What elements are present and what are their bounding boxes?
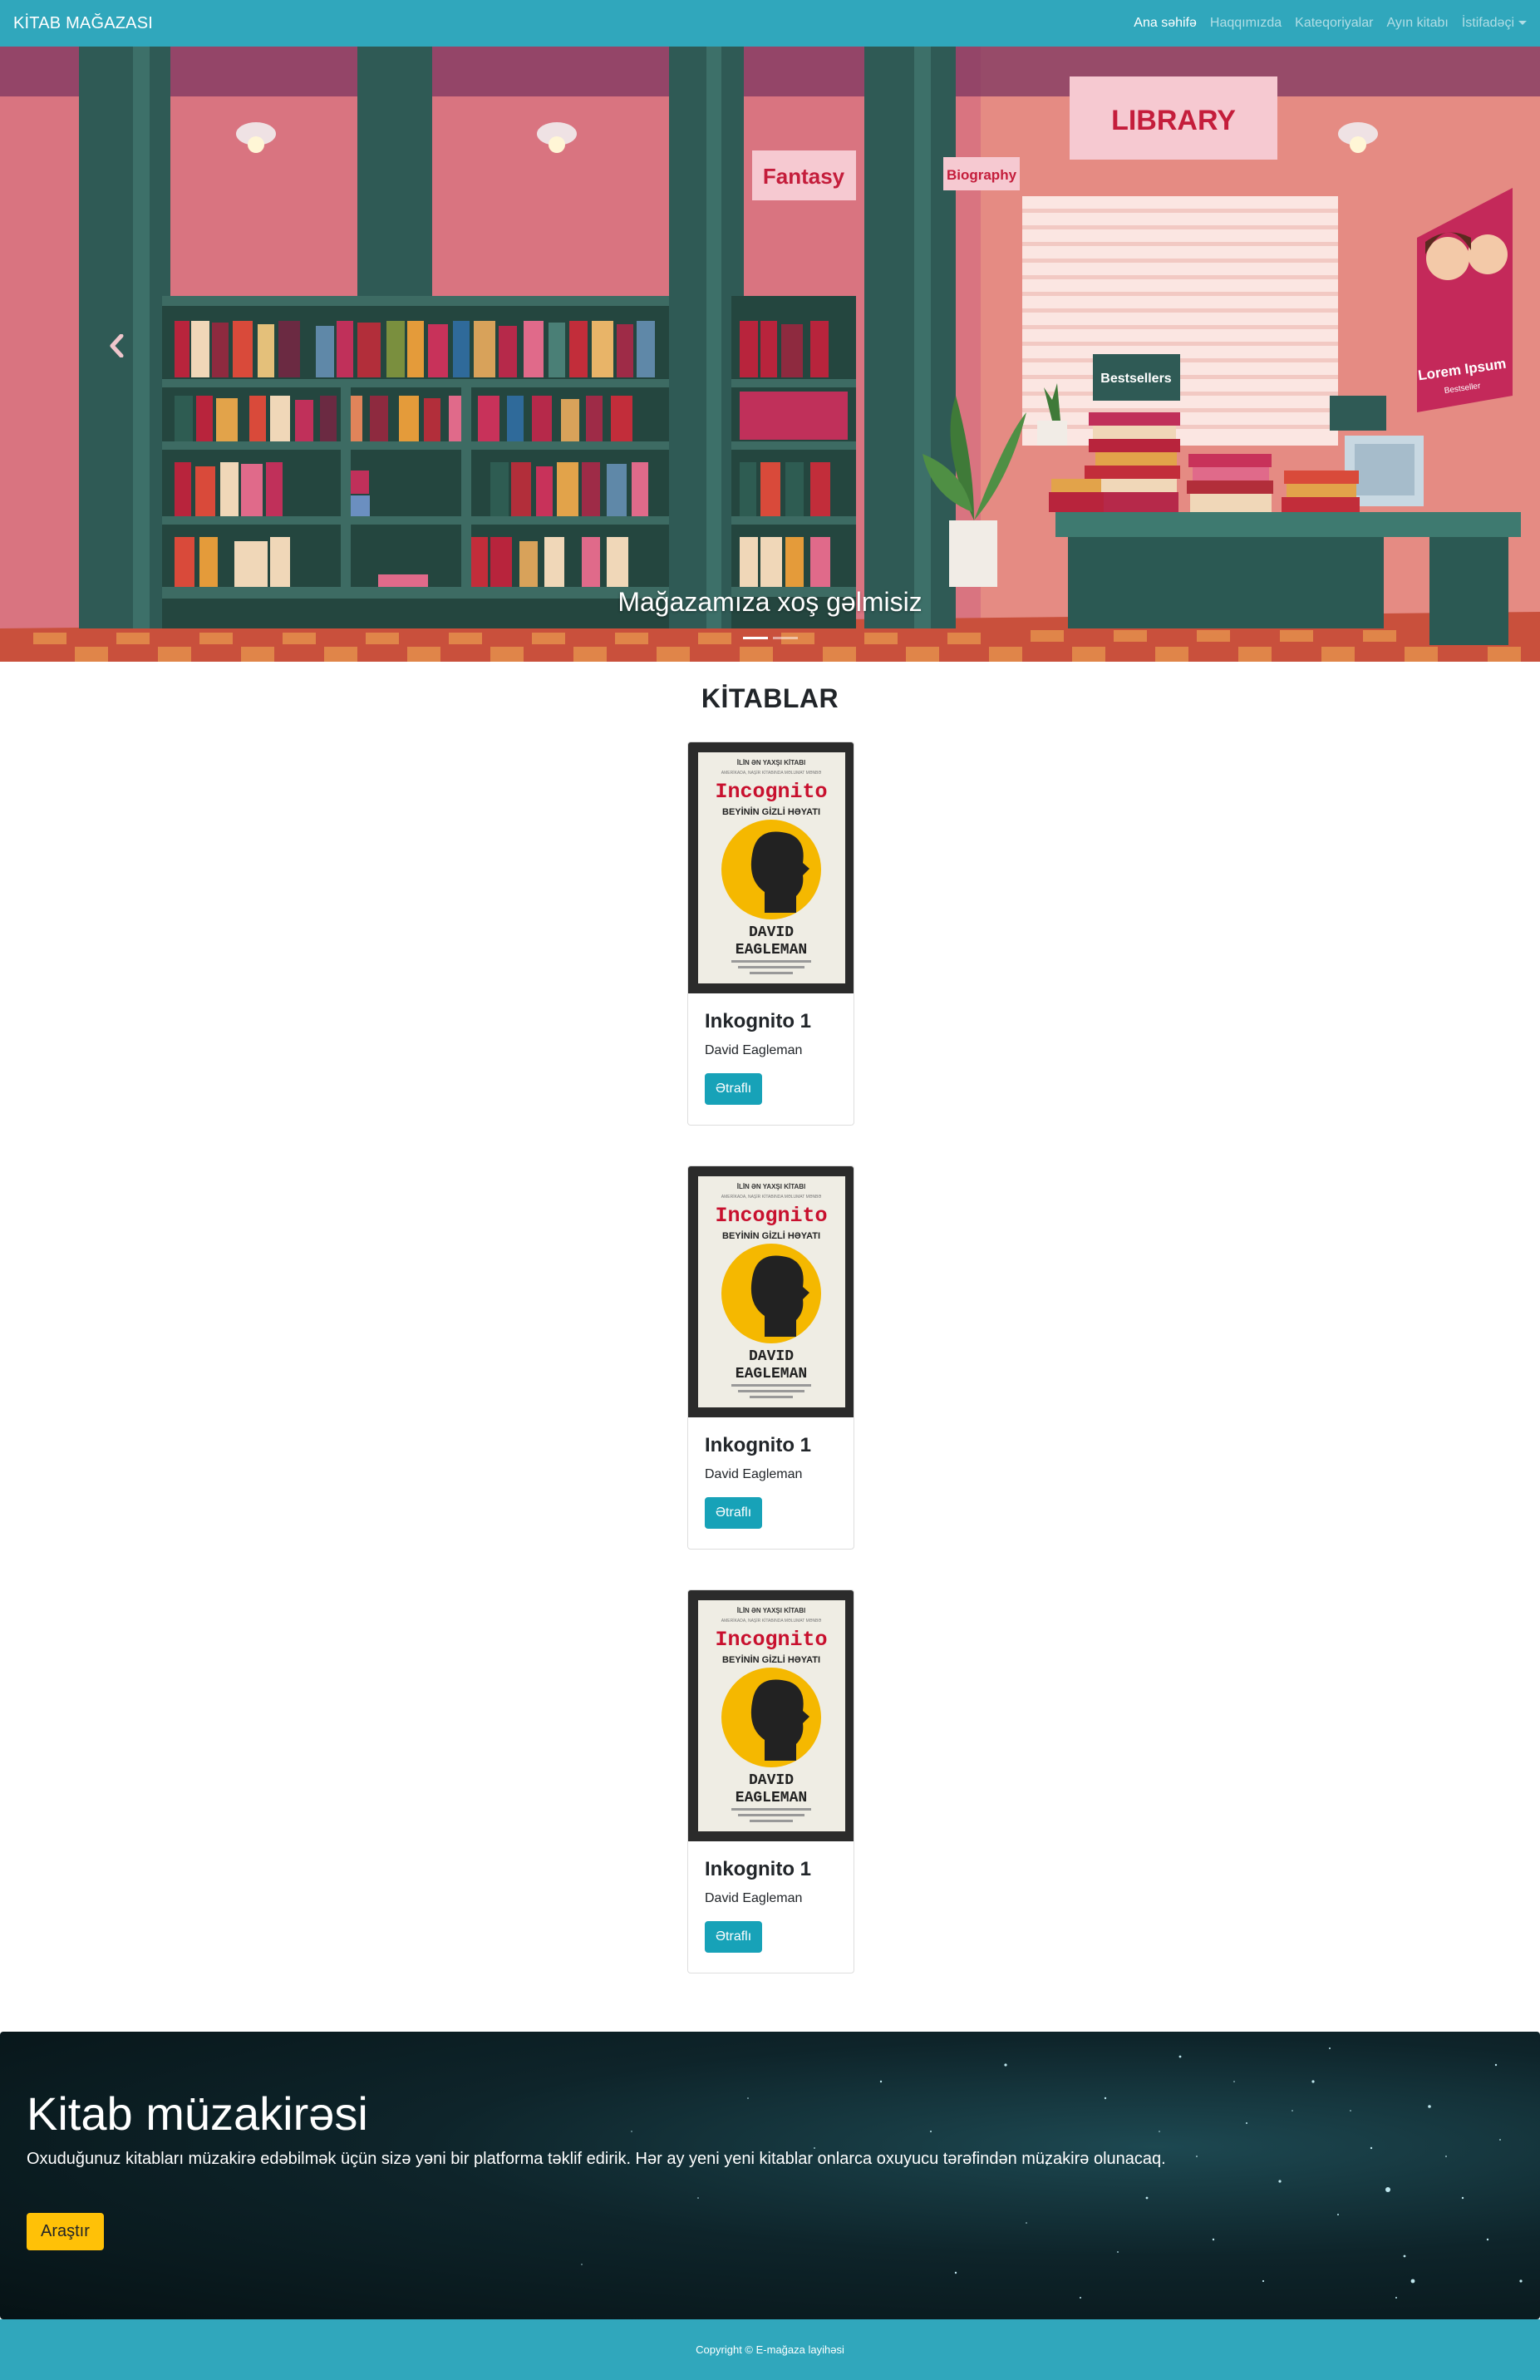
cover-author-line1: DAVID xyxy=(749,1348,794,1365)
carousel-next-control[interactable] xyxy=(1474,321,1523,371)
book-author: David Eagleman xyxy=(705,1043,803,1057)
nav-link-home[interactable]: Ana səhifə xyxy=(1134,16,1197,31)
book-card: İLİN ƏN YAXŞI KİTABI AMERİKADA, NAŞİR Kİ… xyxy=(687,1589,854,1973)
bookstore-illustration: Fantasy Biography LIBRARY Bestsellers Lo… xyxy=(0,47,1540,662)
cover-subtitle: BEYİNİN GİZLİ HƏYATI xyxy=(722,806,820,817)
book-card: İLİN ƏN YAXŞI KİTABI AMERİKADA, NAŞİR Kİ… xyxy=(687,1165,854,1550)
book-cover-image: İLİN ƏN YAXŞI KİTABI AMERİKADA, NAŞİR Kİ… xyxy=(688,1590,854,1841)
sign-biography: Biography xyxy=(947,167,1017,183)
cover-top-line: İLİN ƏN YAXŞI KİTABI xyxy=(737,759,806,766)
book-author: David Eagleman xyxy=(705,1891,803,1905)
carousel-prev-control[interactable] xyxy=(91,321,141,371)
book-details-button[interactable]: Ətraflı xyxy=(705,1921,763,1953)
nav-links: Ana səhifə Haqqımızda Kateqoriyalar Ayın… xyxy=(1120,16,1527,31)
explore-button[interactable]: Araştır xyxy=(27,2213,104,2250)
hero-carousel: Fantasy Biography LIBRARY Bestsellers Lo… xyxy=(0,47,1540,662)
cover-title: Incognito xyxy=(715,1204,827,1228)
cover-top-line: İLİN ƏN YAXŞI KİTABI xyxy=(737,1183,806,1190)
nav-dropdown-user[interactable]: İstifadəçi xyxy=(1462,16,1527,31)
book-title: Inkognito 1 xyxy=(705,1434,811,1456)
cover-subtitle: BEYİNİN GİZLİ HƏYATI xyxy=(722,1654,820,1665)
cover-author-line2: EAGLEMAN xyxy=(736,1366,807,1382)
cover-top-line: İLİN ƏN YAXŞI KİTABI xyxy=(737,1607,806,1614)
footer-copyright: Copyright © E-mağaza layihəsi xyxy=(696,2343,844,2356)
book-card: İLİN ƏN YAXŞI KİTABI AMERİKADA, NAŞİR Kİ… xyxy=(687,742,854,1126)
cover-author-line2: EAGLEMAN xyxy=(736,1790,807,1806)
carousel-indicators xyxy=(0,637,1540,639)
cover-sub-line: AMERİKADA, NAŞİR KİTABINDA MƏLUMAT MƏNBƏ xyxy=(721,1194,822,1200)
nav-link-book-of-month[interactable]: Ayın kitabı xyxy=(1386,16,1448,31)
carousel-caption: Mağazamıza xoş gəlmisiz xyxy=(617,587,923,617)
sign-bestsellers: Bestsellers xyxy=(1100,372,1171,386)
books-section-title: KİTABLAR xyxy=(701,683,839,713)
cover-author-line1: DAVID xyxy=(749,924,794,941)
starfield-background xyxy=(581,2047,1523,2299)
carousel-indicator-2[interactable] xyxy=(772,637,798,639)
sign-fantasy: Fantasy xyxy=(763,164,845,189)
book-cover-image: İLİN ƏN YAXŞI KİTABI AMERİKADA, NAŞİR Kİ… xyxy=(688,742,854,993)
navbar-brand[interactable]: KİTAB MAĞAZASI xyxy=(13,14,153,33)
nav-link-about[interactable]: Haqqımızda xyxy=(1210,16,1282,31)
cover-author-line1: DAVID xyxy=(749,1772,794,1789)
book-details-button[interactable]: Ətraflı xyxy=(705,1073,763,1105)
nav-dropdown-user-label: İstifadəçi xyxy=(1461,16,1514,30)
book-cover-image: İLİN ƏN YAXŞI KİTABI AMERİKADA, NAŞİR Kİ… xyxy=(688,1166,854,1417)
cover-title: Incognito xyxy=(715,1628,827,1652)
cover-title: Incognito xyxy=(715,780,827,804)
cover-sub-line: AMERİKADA, NAŞİR KİTABINDA MƏLUMAT MƏNBƏ xyxy=(721,1618,822,1624)
sign-library: LIBRARY xyxy=(1111,105,1236,136)
chevron-left-icon xyxy=(110,334,124,357)
discussion-jumbotron: Kitab müzakirəsi Oxuduğunuz kitabları mü… xyxy=(0,2032,1540,2319)
caret-down-icon xyxy=(1518,21,1527,26)
book-author: David Eagleman xyxy=(705,1467,803,1481)
jumbotron-description: Oxuduğunuz kitabları müzakirə edəbilmək … xyxy=(27,2150,1166,2168)
top-navbar: KİTAB MAĞAZASI Ana səhifə Haqqımızda Kat… xyxy=(0,0,1540,47)
cover-author-line2: EAGLEMAN xyxy=(736,942,807,958)
cover-sub-line: AMERİKADA, NAŞİR KİTABINDA MƏLUMAT MƏNBƏ xyxy=(721,770,822,776)
page-footer: Copyright © E-mağaza layihəsi xyxy=(0,2319,1540,2380)
jumbotron-title: Kitab müzakirəsi xyxy=(27,2087,368,2140)
cover-subtitle: BEYİNİN GİZLİ HƏYATI xyxy=(722,1230,820,1241)
book-title: Inkognito 1 xyxy=(705,1010,811,1032)
nav-link-categories[interactable]: Kateqoriyalar xyxy=(1295,16,1373,31)
book-details-button[interactable]: Ətraflı xyxy=(705,1497,763,1529)
carousel-indicator-1[interactable] xyxy=(742,637,768,639)
book-title: Inkognito 1 xyxy=(705,1858,811,1880)
